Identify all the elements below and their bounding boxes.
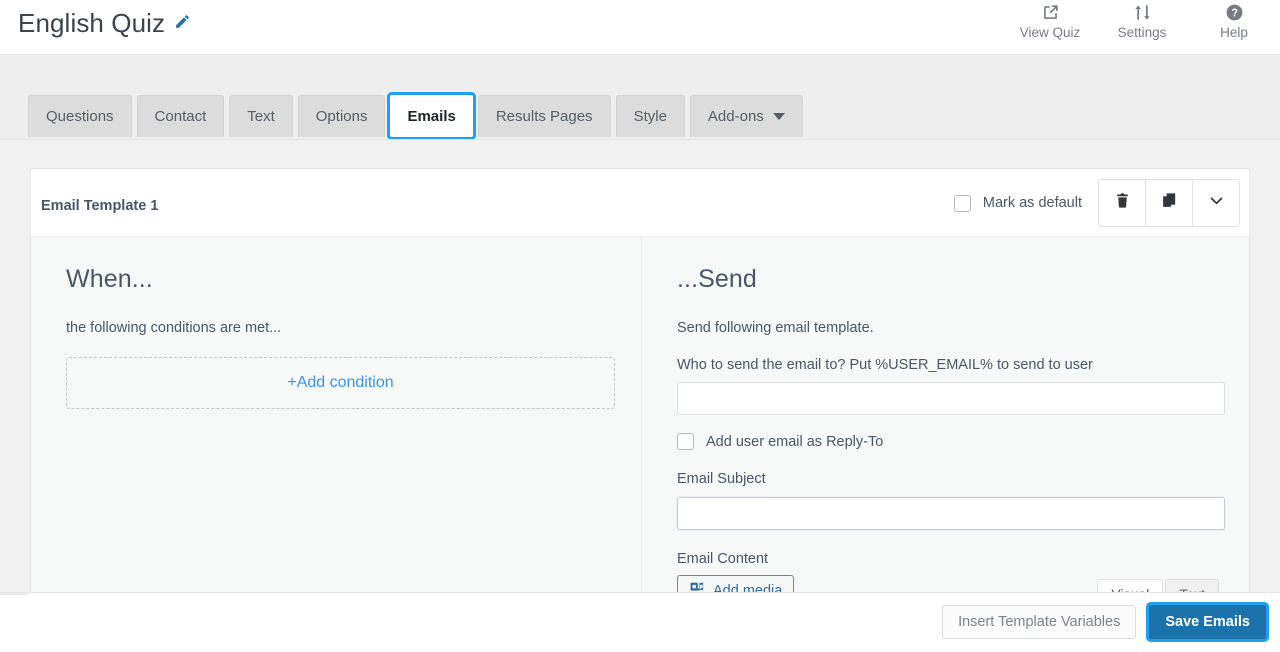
duplicate-template-button[interactable] xyxy=(1145,179,1193,227)
send-panel-subtitle: Send following email template. xyxy=(677,320,874,336)
collapse-template-button[interactable] xyxy=(1192,179,1240,227)
copy-icon xyxy=(1161,192,1178,214)
email-template-card: Email Template 1 Mark as default When...… xyxy=(30,168,1250,592)
tab-strip-divider xyxy=(0,139,1280,140)
send-panel-heading: ...Send xyxy=(677,265,757,293)
mark-as-default-checkbox[interactable] xyxy=(953,194,971,212)
tab-label: Questions xyxy=(46,108,114,125)
add-media-label: Add media xyxy=(713,582,783,593)
email-subject-label: Email Subject xyxy=(677,471,766,487)
email-subject-input[interactable] xyxy=(677,497,1225,530)
view-quiz-label: View Quiz xyxy=(1019,25,1081,40)
add-condition-button[interactable]: +Add condition xyxy=(66,357,615,409)
bottom-bar-actions: Insert Template Variables Save Emails xyxy=(942,605,1266,639)
when-panel-heading: When... xyxy=(66,265,153,293)
page-title: English Quiz xyxy=(18,8,166,38)
tab-strip: Questions Contact Text Options Emails Re… xyxy=(0,56,1280,140)
sliders-settings-icon xyxy=(1133,2,1152,22)
editor-tab-text[interactable]: Text xyxy=(1165,579,1219,592)
email-content-label: Email Content xyxy=(677,551,769,567)
question-circle-icon xyxy=(1225,2,1244,22)
help-label: Help xyxy=(1220,25,1248,40)
template-icon-button-group xyxy=(1098,179,1240,227)
tab-results-pages[interactable]: Results Pages xyxy=(477,95,611,137)
tab-add-ons[interactable]: Add-ons xyxy=(689,95,803,137)
chevron-down-icon xyxy=(772,113,785,120)
header-actions: View Quiz Settings Help xyxy=(1004,2,1280,40)
mark-as-default-control[interactable]: Mark as default xyxy=(953,194,1082,212)
settings-label: Settings xyxy=(1117,25,1167,40)
reply-to-control[interactable]: Add user email as Reply-To xyxy=(677,433,1225,450)
tab-label: Options xyxy=(315,108,368,125)
tab-label: Results Pages xyxy=(495,108,593,125)
mark-as-default-label: Mark as default xyxy=(982,195,1082,211)
tab-contact[interactable]: Contact xyxy=(136,95,225,137)
email-template-card-header: Email Template 1 Mark as default xyxy=(31,169,1249,237)
tab-options[interactable]: Options xyxy=(297,95,386,137)
app-header: English Quiz View Quiz Settings Help xyxy=(0,0,1280,55)
tab-label: Add-ons xyxy=(707,108,764,125)
tab-emails[interactable]: Emails xyxy=(390,95,473,137)
send-to-input[interactable] xyxy=(677,382,1225,415)
tab-label: Style xyxy=(633,108,667,125)
tab-label: Contact xyxy=(154,108,207,125)
view-quiz-action[interactable]: View Quiz xyxy=(1004,2,1096,40)
add-media-icon xyxy=(689,581,705,593)
email-template-card-body: When... the following conditions are met… xyxy=(31,237,1249,592)
bottom-action-bar: Insert Template Variables Save Emails xyxy=(0,592,1280,652)
page-title-group: English Quiz xyxy=(18,8,191,39)
send-panel: ...Send Send following email template. W… xyxy=(642,237,1249,592)
trash-icon xyxy=(1114,192,1131,214)
add-condition-label: +Add condition xyxy=(287,374,394,391)
pencil-icon[interactable] xyxy=(174,13,191,35)
add-media-button[interactable]: Add media xyxy=(677,575,795,593)
when-panel-subtitle: the following conditions are met... xyxy=(66,320,282,336)
when-panel: When... the following conditions are met… xyxy=(31,237,642,592)
tab-list: Questions Contact Text Options Emails Re… xyxy=(28,95,803,137)
email-template-header-actions: Mark as default xyxy=(953,179,1240,227)
tab-questions[interactable]: Questions xyxy=(28,95,132,137)
email-template-title: Email Template 1 xyxy=(41,198,159,214)
chevron-down-icon xyxy=(1208,192,1225,214)
bottom-bar-left-strip xyxy=(0,593,28,595)
reply-to-checkbox[interactable] xyxy=(677,433,694,450)
save-emails-button[interactable]: Save Emails xyxy=(1149,605,1266,639)
tab-text[interactable]: Text xyxy=(229,95,293,137)
tab-label: Emails xyxy=(407,107,456,125)
editor-tab-visual[interactable]: Visual xyxy=(1097,579,1164,592)
settings-action[interactable]: Settings xyxy=(1096,2,1188,40)
external-link-icon xyxy=(1041,2,1060,22)
email-content-editor-toolbar: Add media Visual Text xyxy=(677,575,1225,592)
insert-template-variables-button[interactable]: Insert Template Variables xyxy=(942,605,1137,639)
tab-label: Text xyxy=(247,108,275,125)
editor-mode-tabs: Visual Text xyxy=(1097,579,1219,592)
help-action[interactable]: Help xyxy=(1188,2,1280,40)
send-to-label: Who to send the email to? Put %USER_EMAI… xyxy=(677,357,1093,373)
delete-template-button[interactable] xyxy=(1098,179,1146,227)
reply-to-label: Add user email as Reply-To xyxy=(706,433,884,450)
tab-style[interactable]: Style xyxy=(615,95,685,137)
